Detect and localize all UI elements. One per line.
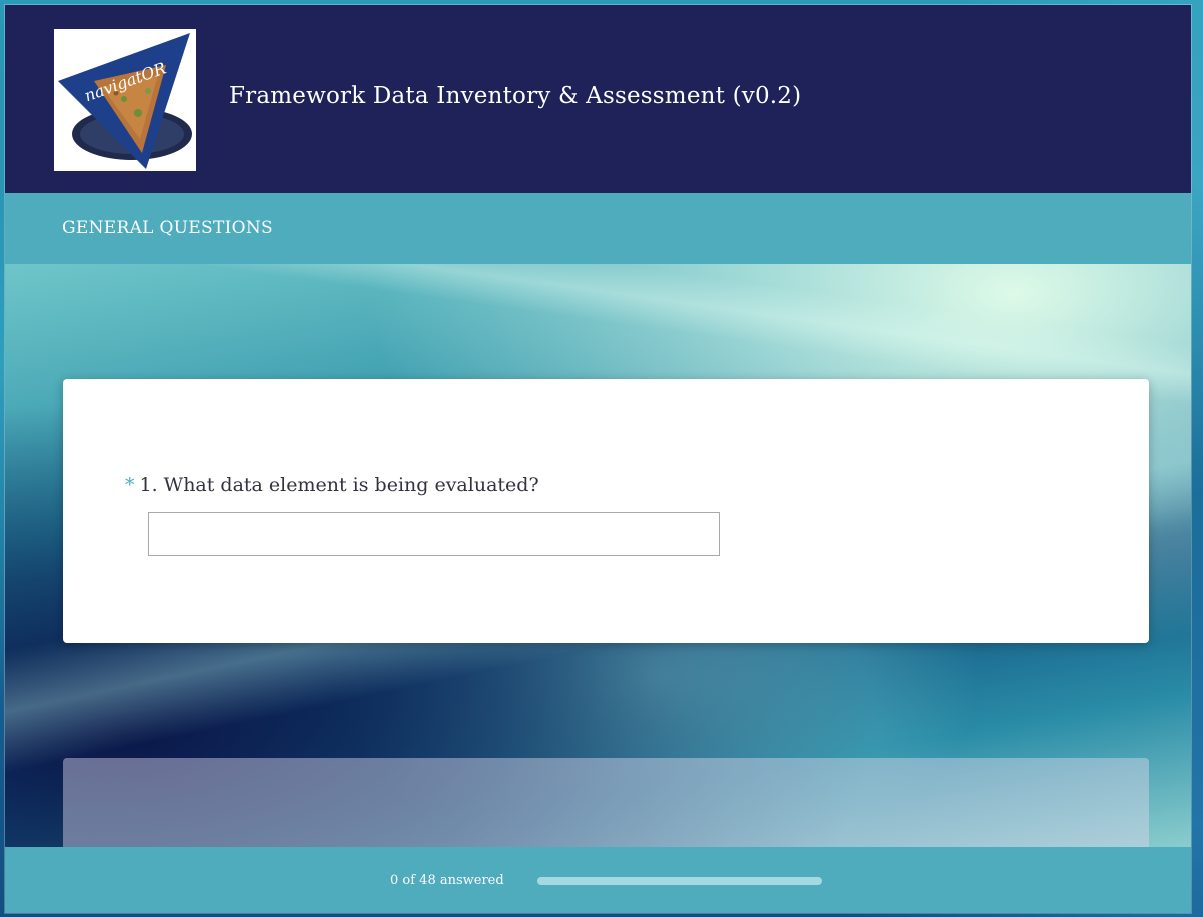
section-title: GENERAL QUESTIONS: [62, 218, 273, 238]
progress-text: 0 of 48 answered: [390, 873, 504, 888]
app-title: Framework Data Inventory & Assessment (v…: [229, 83, 802, 109]
answer-input[interactable]: [148, 512, 720, 556]
progress-bar: [537, 877, 822, 885]
progress-footer: 0 of 48 answered: [5, 847, 1191, 913]
question-card: * 1. What data element is being evaluated…: [63, 379, 1149, 643]
survey-header: navigatOR Framework Data Inventory & Ass…: [5, 5, 1191, 193]
question-text: 1. What data element is being evaluated?: [139, 474, 539, 496]
next-question-card: [63, 758, 1149, 854]
navigator-logo-icon: navigatOR: [54, 29, 196, 171]
question-label: * 1. What data element is being evaluated…: [125, 474, 539, 496]
survey-content[interactable]: * 1. What data element is being evaluated…: [5, 264, 1191, 854]
survey-window: navigatOR Framework Data Inventory & Ass…: [5, 5, 1191, 913]
required-marker: *: [125, 474, 135, 496]
section-bar: GENERAL QUESTIONS: [5, 193, 1191, 264]
